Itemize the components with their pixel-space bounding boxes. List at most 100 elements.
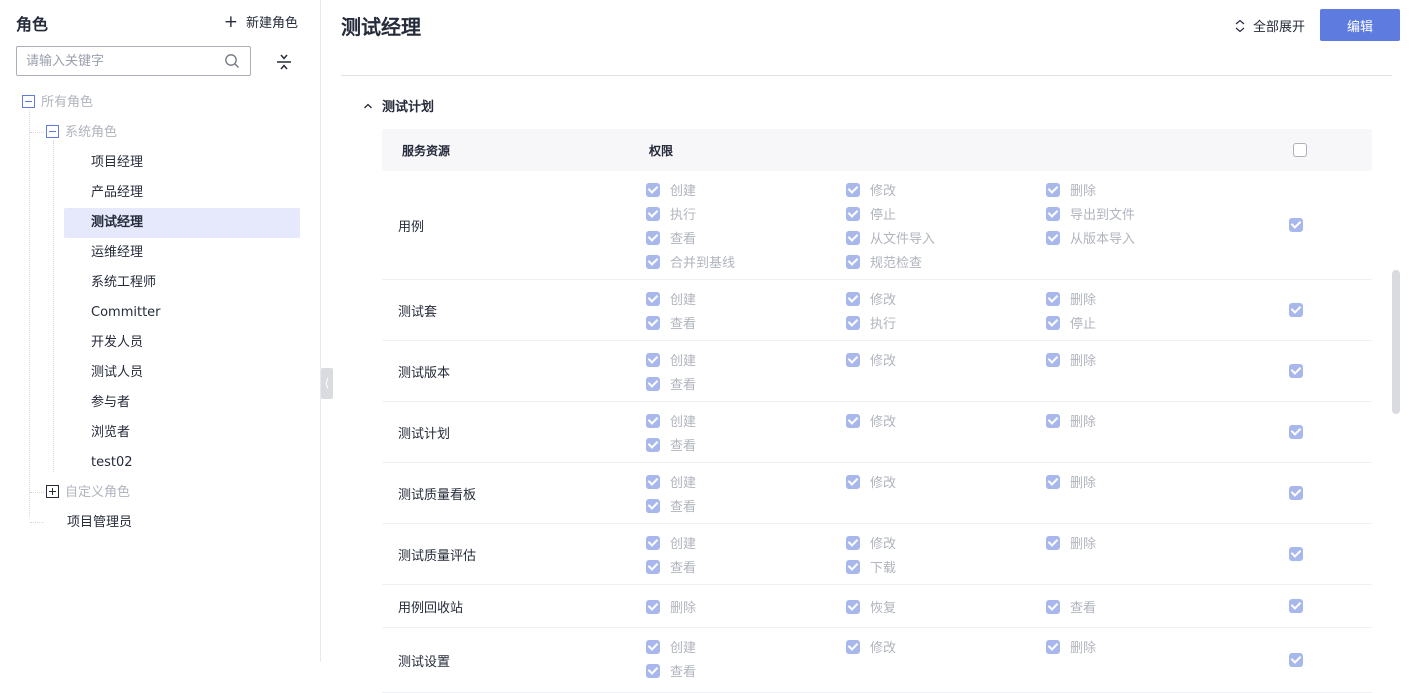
permission-item[interactable]: 停止: [1046, 313, 1096, 332]
permission-item[interactable]: 修改: [846, 411, 896, 430]
permission-checkbox[interactable]: [1046, 230, 1060, 245]
permission-item[interactable]: 查看: [646, 228, 696, 247]
permission-checkbox[interactable]: [846, 230, 860, 245]
row-select-checkbox[interactable]: [1289, 547, 1303, 561]
row-select-checkbox[interactable]: [1289, 486, 1303, 500]
collapse-node-icon[interactable]: [22, 95, 35, 108]
scrollbar-thumb[interactable]: [1392, 270, 1400, 414]
permission-item[interactable]: 删除: [1046, 180, 1096, 199]
tree-item-committer[interactable]: Committer: [91, 298, 161, 328]
edit-button[interactable]: 编辑: [1320, 9, 1400, 41]
permission-checkbox[interactable]: [846, 599, 860, 614]
permission-item[interactable]: 删除: [646, 597, 696, 616]
expand-all-button[interactable]: 全部展开: [1234, 16, 1305, 35]
permission-checkbox[interactable]: [646, 437, 660, 452]
permission-checkbox[interactable]: [646, 206, 660, 221]
row-select-checkbox[interactable]: [1289, 599, 1303, 613]
permission-checkbox[interactable]: [646, 639, 660, 654]
row-select-checkbox[interactable]: [1289, 425, 1303, 439]
permission-checkbox[interactable]: [846, 352, 860, 367]
permission-checkbox[interactable]: [646, 291, 660, 306]
permission-checkbox[interactable]: [846, 206, 860, 221]
permission-item[interactable]: 恢复: [846, 597, 896, 616]
permission-checkbox[interactable]: [846, 291, 860, 306]
tree-item-system-engineer[interactable]: 系统工程师: [91, 268, 156, 298]
permission-item[interactable]: 停止: [846, 204, 896, 223]
permission-item[interactable]: 查看: [1046, 597, 1096, 616]
permission-checkbox[interactable]: [1046, 413, 1060, 428]
new-role-button[interactable]: + 新建角色: [224, 12, 298, 31]
permission-item[interactable]: 修改: [846, 350, 896, 369]
tree-node-all-roles[interactable]: 所有角色: [22, 88, 93, 118]
permission-item[interactable]: 规范检查: [846, 252, 922, 271]
permission-item[interactable]: 创建: [646, 180, 696, 199]
tree-item-project-manager[interactable]: 项目经理: [91, 148, 143, 178]
permission-checkbox[interactable]: [1046, 474, 1060, 489]
permission-item[interactable]: 删除: [1046, 533, 1096, 552]
tree-item-viewer[interactable]: 浏览者: [91, 418, 130, 448]
permission-checkbox[interactable]: [646, 352, 660, 367]
permission-checkbox[interactable]: [1046, 206, 1060, 221]
tree-item-ops-manager[interactable]: 运维经理: [91, 238, 143, 268]
row-select-checkbox[interactable]: [1289, 303, 1303, 317]
permission-checkbox[interactable]: [1046, 182, 1060, 197]
permission-checkbox[interactable]: [646, 230, 660, 245]
permission-item[interactable]: 查看: [646, 313, 696, 332]
permission-item[interactable]: 修改: [846, 180, 896, 199]
permission-checkbox[interactable]: [1046, 291, 1060, 306]
permission-checkbox[interactable]: [846, 535, 860, 550]
permission-checkbox[interactable]: [646, 663, 660, 678]
tree-item-test-manager[interactable]: 测试经理: [64, 208, 300, 238]
permission-checkbox[interactable]: [646, 254, 660, 269]
permission-checkbox[interactable]: [846, 639, 860, 654]
permission-item[interactable]: 合并到基线: [646, 252, 735, 271]
permission-checkbox[interactable]: [646, 315, 660, 330]
permission-item[interactable]: 修改: [846, 472, 896, 491]
permission-checkbox[interactable]: [646, 498, 660, 513]
permission-checkbox[interactable]: [646, 413, 660, 428]
tree-node-custom-roles[interactable]: 自定义角色: [46, 478, 130, 508]
collapse-node-icon[interactable]: [46, 125, 59, 138]
permission-item[interactable]: 从版本导入: [1046, 228, 1135, 247]
search-input[interactable]: [17, 47, 221, 75]
tree-item-project-admin[interactable]: 项目管理员: [67, 508, 132, 538]
collapse-all-icon[interactable]: [274, 52, 294, 72]
permission-checkbox[interactable]: [646, 535, 660, 550]
permission-checkbox[interactable]: [846, 413, 860, 428]
tree-item-product-manager[interactable]: 产品经理: [91, 178, 143, 208]
tree-item-participant[interactable]: 参与者: [91, 388, 130, 418]
permission-item[interactable]: 查看: [646, 661, 696, 680]
row-select-checkbox[interactable]: [1289, 218, 1303, 232]
permission-item[interactable]: 创建: [646, 533, 696, 552]
permission-item[interactable]: 执行: [846, 313, 896, 332]
permission-checkbox[interactable]: [646, 474, 660, 489]
permission-checkbox[interactable]: [1046, 315, 1060, 330]
permission-checkbox[interactable]: [646, 182, 660, 197]
row-select-checkbox[interactable]: [1289, 364, 1303, 378]
tree-node-system-roles[interactable]: 系统角色: [46, 118, 117, 148]
permission-item[interactable]: 修改: [846, 533, 896, 552]
permission-checkbox[interactable]: [646, 599, 660, 614]
permission-checkbox[interactable]: [846, 474, 860, 489]
permission-item[interactable]: 查看: [646, 374, 696, 393]
permission-item[interactable]: 删除: [1046, 472, 1096, 491]
permission-checkbox[interactable]: [846, 315, 860, 330]
permission-item[interactable]: 查看: [646, 435, 696, 454]
tree-item-test02[interactable]: test02: [91, 448, 133, 478]
permission-checkbox[interactable]: [1046, 352, 1060, 367]
permission-item[interactable]: 修改: [846, 289, 896, 308]
permission-item[interactable]: 创建: [646, 637, 696, 656]
permission-checkbox[interactable]: [846, 559, 860, 574]
permission-checkbox[interactable]: [646, 559, 660, 574]
search-icon[interactable]: [224, 53, 240, 69]
permission-checkbox[interactable]: [1046, 639, 1060, 654]
select-all-checkbox[interactable]: [1293, 143, 1307, 157]
permission-item[interactable]: 删除: [1046, 411, 1096, 430]
permission-item[interactable]: 删除: [1046, 637, 1096, 656]
permission-item[interactable]: 创建: [646, 472, 696, 491]
permission-checkbox[interactable]: [1046, 535, 1060, 550]
permission-checkbox[interactable]: [846, 254, 860, 269]
tree-item-tester[interactable]: 测试人员: [91, 358, 143, 388]
tree-item-developer[interactable]: 开发人员: [91, 328, 143, 358]
permission-item[interactable]: 修改: [846, 637, 896, 656]
